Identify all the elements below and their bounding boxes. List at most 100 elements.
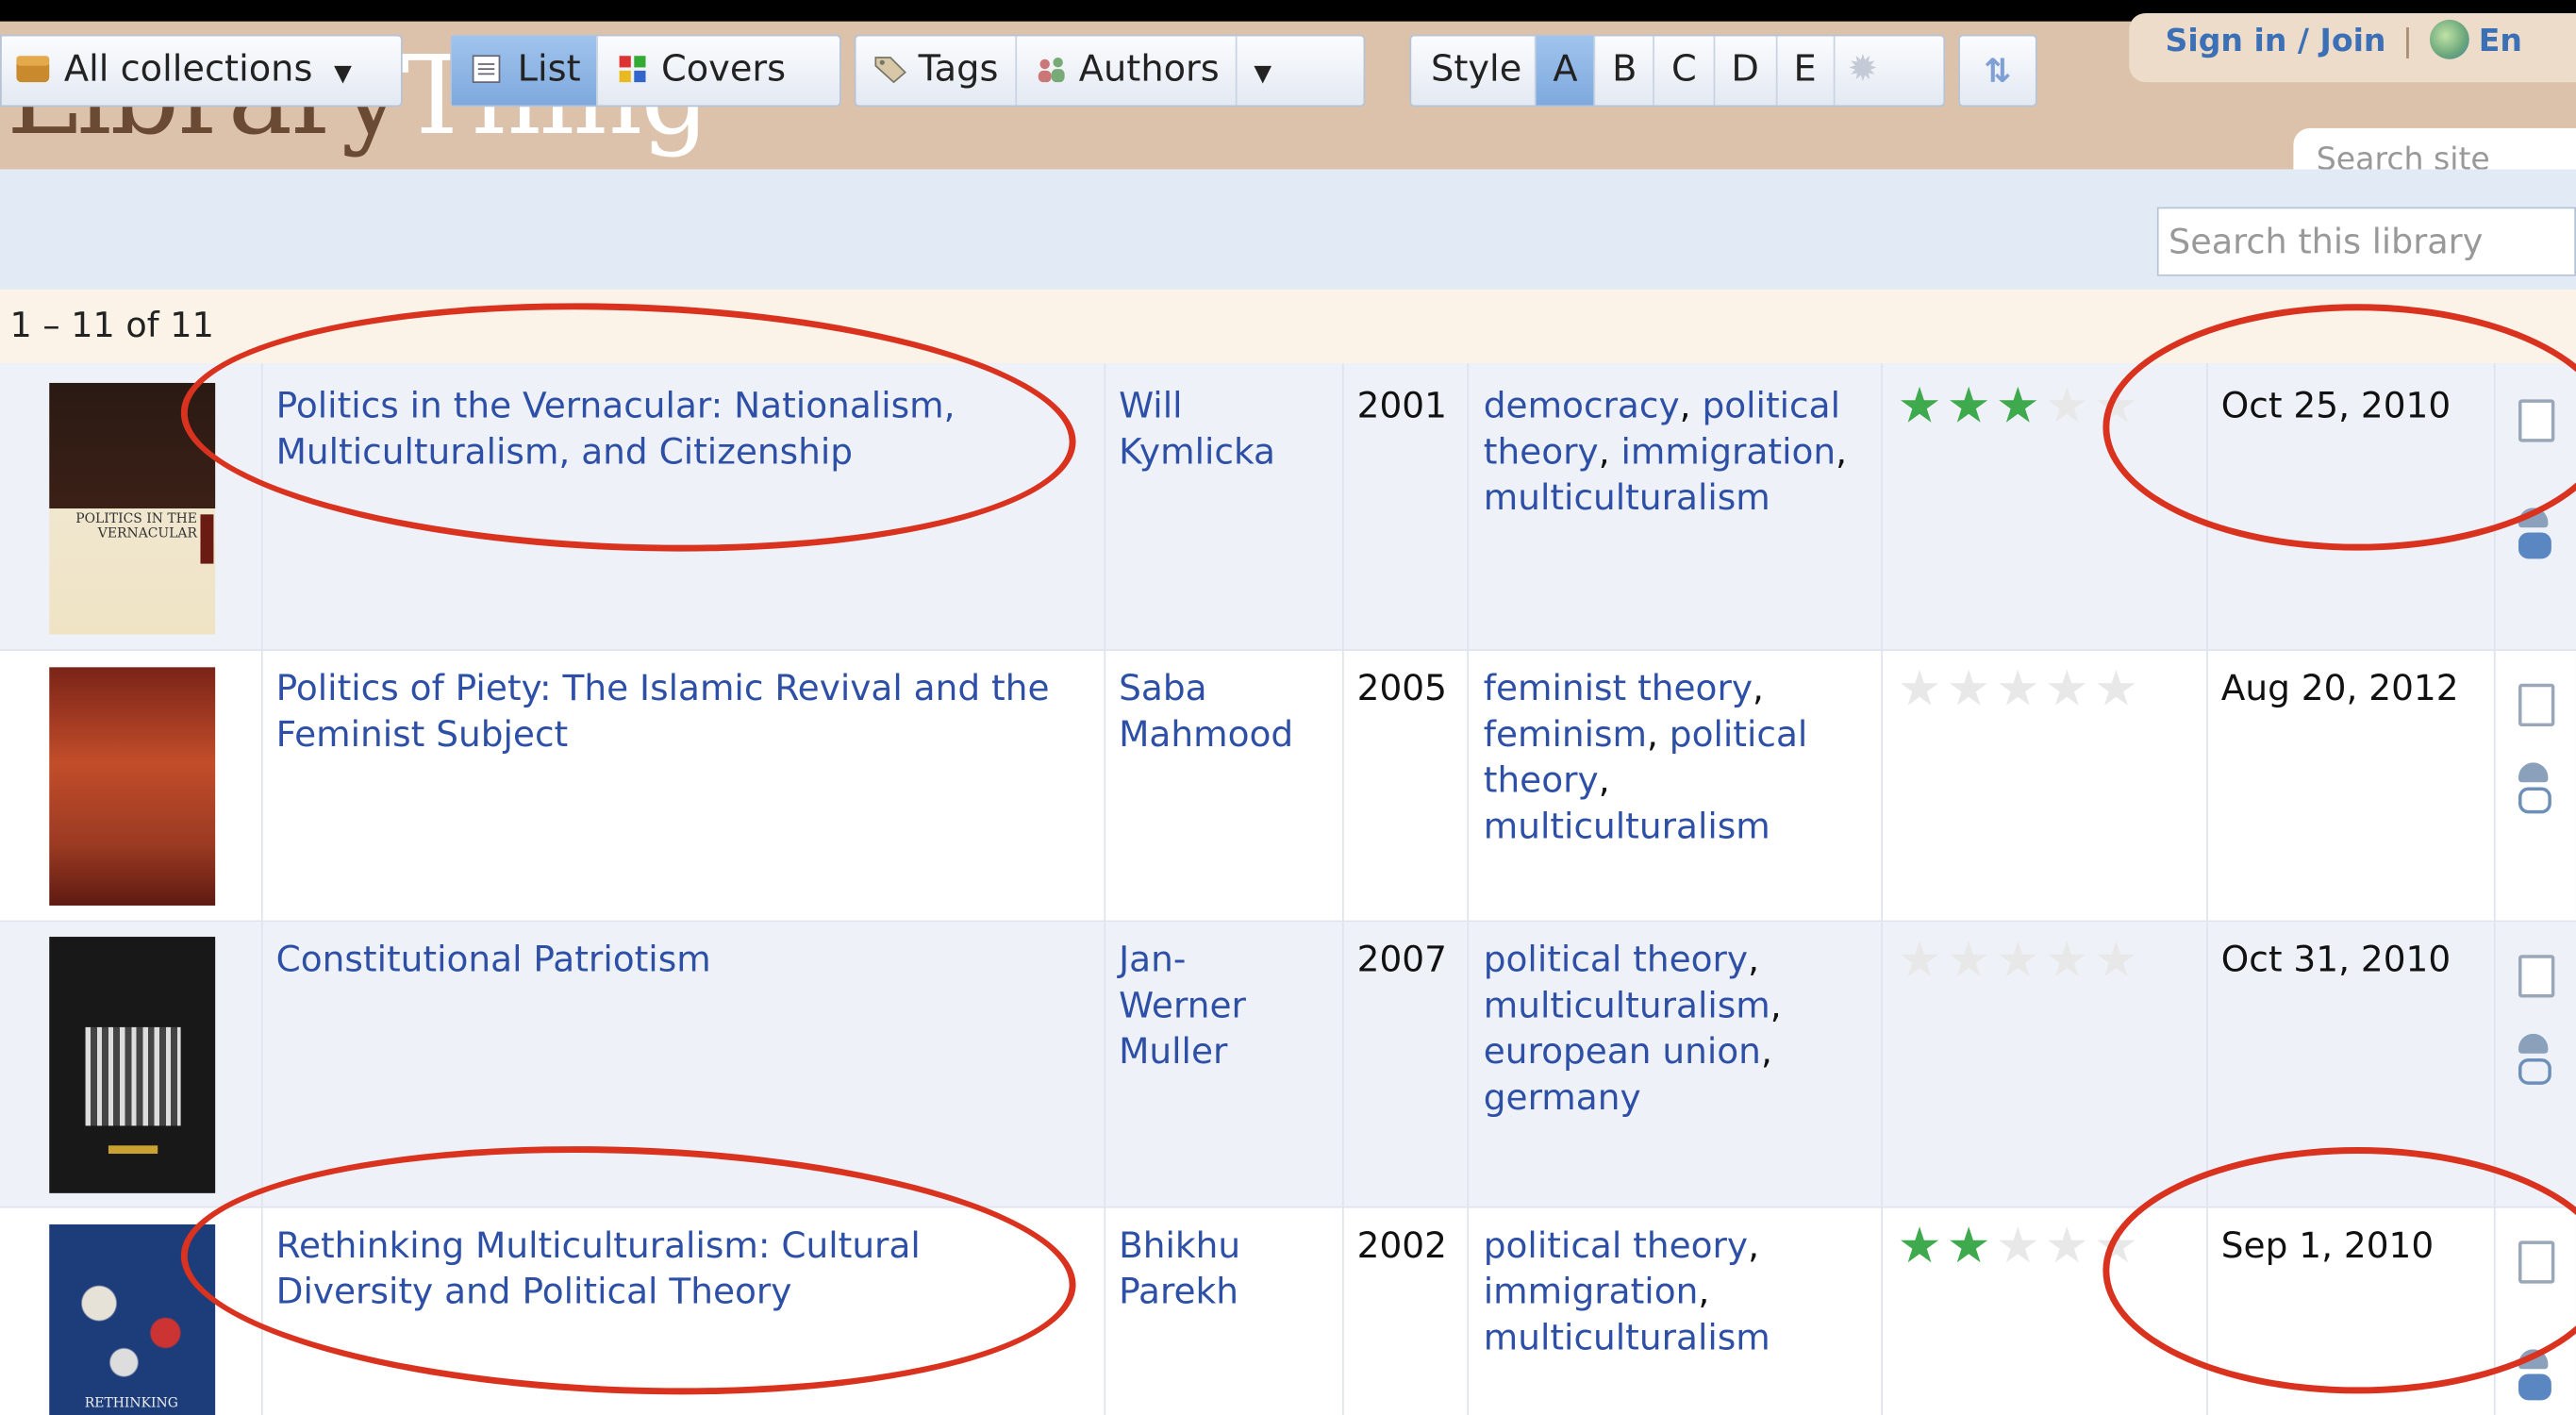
- star-filled-icon[interactable]: ★: [1947, 378, 1996, 436]
- divider: [1341, 1207, 1344, 1415]
- divider: [1881, 363, 1883, 650]
- divider: [2493, 922, 2496, 1207]
- style-e-button[interactable]: E: [1777, 36, 1835, 106]
- star-empty-icon[interactable]: ★: [2045, 660, 2094, 718]
- tag-link[interactable]: political theory: [1484, 1226, 1748, 1268]
- authors-label: Authors: [1078, 49, 1220, 91]
- cover-title-text: RETHINKING: [84, 1395, 178, 1410]
- star-empty-icon[interactable]: ★: [1947, 932, 1996, 990]
- tags-label: Tags: [918, 49, 999, 91]
- cover-title-text: POLITICS IN THE VERNACULAR: [75, 510, 198, 541]
- list-icon: [472, 55, 501, 83]
- rating-stars[interactable]: ★★★★★: [1898, 665, 2143, 714]
- all-collections-dropdown[interactable]: All collections ▼: [0, 34, 403, 108]
- tag-link[interactable]: democracy: [1484, 386, 1680, 427]
- book-year: 2005: [1356, 669, 1447, 710]
- star-empty-icon[interactable]: ★: [1898, 932, 1947, 990]
- tag-link[interactable]: immigration: [1621, 432, 1836, 474]
- date-entered: Oct 31, 2010: [2220, 940, 2451, 982]
- divider: [1881, 1207, 1883, 1415]
- authors-menu-button[interactable]: ▼: [1238, 36, 1288, 105]
- list-view-button[interactable]: List: [451, 36, 599, 106]
- star-filled-icon[interactable]: ★: [1947, 1218, 1996, 1275]
- language-link[interactable]: En: [2479, 23, 2522, 58]
- style-b-button[interactable]: B: [1596, 36, 1655, 106]
- tag-link[interactable]: multiculturalism: [1484, 478, 1770, 520]
- book-year: 2002: [1356, 1225, 1447, 1268]
- star-filled-icon[interactable]: ★: [1898, 378, 1947, 436]
- style-label: Style: [1411, 36, 1537, 106]
- divider: [1881, 650, 1883, 921]
- tag-link[interactable]: germany: [1484, 1078, 1641, 1120]
- authors-icon: [1038, 57, 1065, 83]
- tag-link[interactable]: multiculturalism: [1484, 807, 1770, 848]
- star-filled-icon[interactable]: ★: [1996, 378, 2045, 436]
- tag-link[interactable]: immigration: [1484, 1272, 1699, 1313]
- sort-button[interactable]: ⇅: [1958, 34, 2037, 108]
- book-icon[interactable]: [2518, 683, 2555, 727]
- separator: |: [2401, 23, 2414, 59]
- star-empty-icon[interactable]: ★: [2094, 932, 2143, 990]
- person-icon[interactable]: [2518, 762, 2549, 783]
- tags-button[interactable]: Tags: [856, 36, 1017, 106]
- star-empty-icon[interactable]: ★: [1898, 660, 1947, 718]
- book-cover[interactable]: [49, 937, 216, 1193]
- tag-link[interactable]: feminism: [1484, 715, 1647, 757]
- style-d-button[interactable]: D: [1715, 36, 1778, 106]
- collection-icon: [16, 56, 50, 83]
- style-c-button[interactable]: C: [1655, 36, 1715, 106]
- divider: [1341, 363, 1344, 650]
- covers-icon: [620, 56, 647, 83]
- search-library-input[interactable]: Search this library: [2156, 207, 2576, 276]
- signin-link[interactable]: Sign in / Join: [2166, 23, 2386, 58]
- view-toggle: List Covers: [450, 34, 841, 108]
- globe-icon[interactable]: [2429, 19, 2469, 59]
- book-author-link[interactable]: Jan-Werner Muller: [1119, 939, 1283, 1076]
- person-icon[interactable]: [2518, 1033, 2549, 1054]
- book-cover[interactable]: [49, 667, 216, 906]
- star-filled-icon[interactable]: ★: [1898, 1218, 1947, 1275]
- star-empty-icon[interactable]: ★: [2045, 932, 2094, 990]
- divider: [1104, 1207, 1106, 1415]
- screenshot: LibraryThing Sign in / Join|En Search si…: [0, 0, 2576, 1415]
- cover-mark: [108, 1145, 158, 1155]
- comment-icon[interactable]: [2518, 1057, 2551, 1085]
- divider: [260, 922, 263, 1207]
- chevron-down-icon: ▼: [334, 60, 352, 88]
- star-empty-icon[interactable]: ★: [1996, 660, 2045, 718]
- divider: [1881, 922, 1883, 1207]
- book-author-link[interactable]: Saba Mahmood: [1119, 667, 1316, 759]
- authors-button[interactable]: Authors: [1017, 36, 1238, 106]
- tag-link[interactable]: political theory: [1484, 941, 1748, 982]
- star-empty-icon[interactable]: ★: [2045, 1218, 2094, 1275]
- book-tags: political theory, immigration, multicult…: [1483, 1225, 1770, 1359]
- book-title-link[interactable]: Constitutional Patriotism: [276, 939, 1065, 985]
- book-title-link[interactable]: Politics of Piety: The Islamic Revival a…: [276, 667, 1065, 759]
- style-a-button[interactable]: A: [1536, 36, 1596, 106]
- star-empty-icon[interactable]: ★: [1947, 660, 1996, 718]
- style-settings-button[interactable]: ✹: [1835, 36, 1891, 105]
- star-empty-icon[interactable]: ★: [1996, 1218, 2045, 1275]
- tag-link[interactable]: feminist theory: [1484, 669, 1753, 710]
- divider: [1467, 922, 1470, 1207]
- covers-view-button[interactable]: Covers: [599, 36, 803, 105]
- cover-mark: [200, 514, 214, 564]
- tag-link[interactable]: multiculturalism: [1484, 1318, 1770, 1359]
- book-year: 2001: [1356, 386, 1447, 427]
- divider: [2206, 922, 2208, 1207]
- comment-icon[interactable]: [2518, 1373, 2551, 1401]
- row-actions: [2518, 683, 2576, 814]
- book-icon[interactable]: [2518, 955, 2555, 998]
- star-empty-icon[interactable]: ★: [2045, 378, 2094, 436]
- tag-link[interactable]: multiculturalism: [1484, 986, 1770, 1027]
- comment-icon[interactable]: [2518, 787, 2551, 814]
- tag-link[interactable]: european union: [1484, 1032, 1761, 1074]
- book-author-link[interactable]: Bhikhu Parekh: [1119, 1224, 1316, 1317]
- rating-stars[interactable]: ★★★★★: [1898, 936, 2143, 985]
- comment-icon[interactable]: [2518, 532, 2551, 559]
- account-box: Sign in / Join | En: [2129, 12, 2576, 83]
- star-empty-icon[interactable]: ★: [2094, 660, 2143, 718]
- star-empty-icon[interactable]: ★: [1996, 932, 2045, 990]
- book-author-link[interactable]: Will Kymlicka: [1119, 385, 1316, 477]
- book-tags: feminist theory, feminism, political the…: [1483, 669, 1808, 848]
